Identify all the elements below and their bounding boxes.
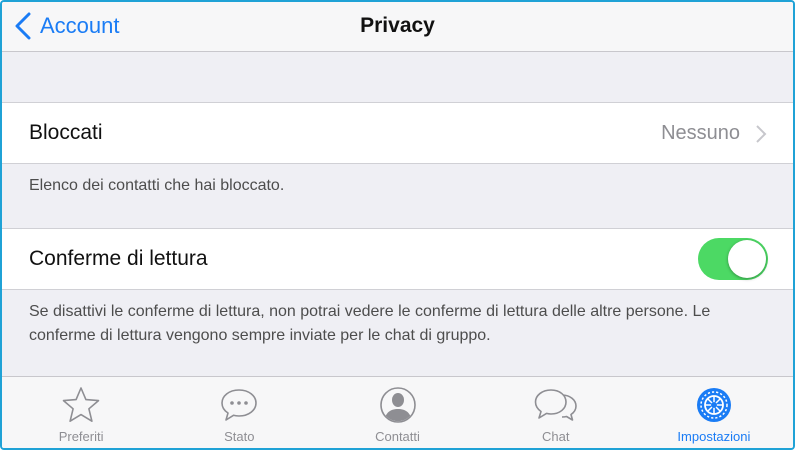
toggle-knob: [728, 240, 766, 278]
tab-impostazioni[interactable]: Impostazioni: [635, 377, 793, 448]
gear-icon: [696, 388, 731, 422]
tab-stato[interactable]: Stato: [160, 377, 318, 448]
read-receipts-note: Se disattivi le conferme di lettura, non…: [29, 303, 711, 344]
tab-label: Stato: [224, 429, 255, 444]
tab-label: Chat: [541, 429, 570, 444]
star-icon: [62, 387, 100, 422]
blocked-contacts-label: Bloccati: [29, 121, 103, 144]
tab-label: Impostazioni: [677, 429, 751, 444]
tab-preferiti[interactable]: Preferiti: [2, 377, 160, 448]
read-receipts-row: Conferme di lettura: [2, 228, 793, 290]
blocked-contacts-row[interactable]: Bloccati Nessuno: [2, 102, 793, 164]
tab-contatti[interactable]: Contatti: [318, 377, 476, 448]
navigation-bar: Account Privacy: [2, 2, 793, 52]
speech-bubble-icon: [221, 389, 258, 421]
tab-bar: Preferiti Stato Contatti Chat Impostazio…: [2, 376, 793, 448]
page-title: Privacy: [360, 14, 435, 37]
chat-bubbles-icon: [534, 389, 577, 421]
chevron-right-icon: [756, 125, 767, 143]
blocked-contacts-note: Elenco dei contatti che hai bloccato.: [29, 177, 285, 194]
blocked-contacts-value: Nessuno: [661, 122, 740, 144]
read-receipts-toggle[interactable]: [698, 238, 768, 280]
tab-label: Preferiti: [58, 429, 104, 444]
tab-chat[interactable]: Chat: [477, 377, 635, 448]
app-window: Account Privacy Bloccati Nessuno Elenco …: [0, 0, 795, 450]
contact-person-icon: [379, 387, 416, 423]
tab-label: Contatti: [375, 429, 420, 444]
read-receipts-label: Conferme di lettura: [29, 247, 208, 270]
